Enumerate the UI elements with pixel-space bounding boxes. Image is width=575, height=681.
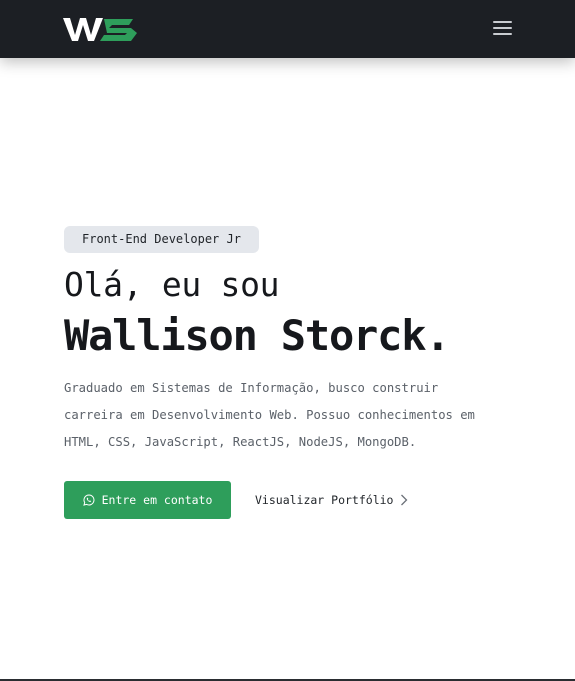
role-badge: Front-End Developer Jr bbox=[64, 226, 259, 253]
hero-section: Front-End Developer Jr Olá, eu sou Walli… bbox=[64, 226, 534, 519]
top-navbar bbox=[0, 0, 575, 58]
portfolio-link-label: Visualizar Portfólio bbox=[255, 493, 394, 507]
name-heading: Wallison Storck. bbox=[64, 311, 451, 360]
logo[interactable] bbox=[63, 15, 137, 43]
intro-description: Graduado em Sistemas de Informação, busc… bbox=[64, 381, 475, 449]
contact-button[interactable]: Entre em contato bbox=[64, 481, 231, 519]
hamburger-menu-icon[interactable] bbox=[490, 17, 516, 41]
chevron-right-icon bbox=[401, 494, 408, 506]
hero-actions: Entre em contato Visualizar Portfólio bbox=[64, 481, 534, 519]
whatsapp-icon bbox=[82, 494, 95, 506]
greeting-heading: Olá, eu sou bbox=[64, 265, 280, 304]
portfolio-link[interactable]: Visualizar Portfólio bbox=[255, 493, 408, 507]
contact-button-label: Entre em contato bbox=[101, 493, 213, 507]
